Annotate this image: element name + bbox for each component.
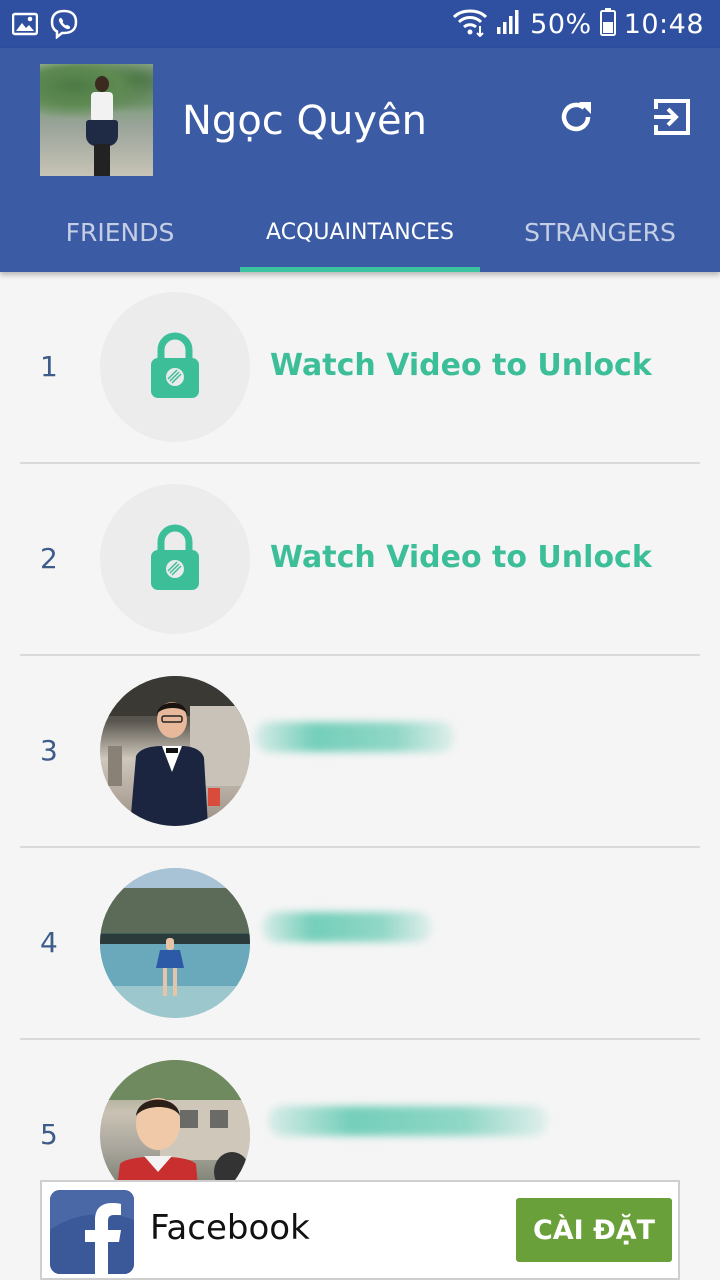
image-icon [11,11,39,42]
tab-acquaintances[interactable]: ACQUAINTANCES [240,192,480,272]
lock-icon [149,522,201,597]
avatar[interactable] [100,1060,250,1180]
acquaintance-list[interactable]: 1 Watch Video to Unlock 2 Watch Video to… [0,272,720,1180]
battery-icon [599,7,616,41]
lock-icon [149,330,201,405]
battery-percent: 50% [530,8,592,40]
logout-button[interactable] [647,94,697,144]
tab-label: STRANGERS [524,217,676,247]
rank-number: 1 [40,350,58,383]
refresh-button[interactable] [551,94,601,144]
rank-number: 5 [40,1118,58,1151]
blurred-name [255,722,455,752]
watch-video-unlock-link[interactable]: Watch Video to Unlock [270,348,652,383]
profile-photo[interactable] [40,64,153,176]
clock: 10:48 [623,8,704,40]
tab-label: ACQUAINTANCES [266,219,454,245]
tab-strangers[interactable]: STRANGERS [480,192,720,272]
app-bar: Ngọc Quyên FRIENDS ACQUAINTANCES STRANGE… [0,48,720,272]
rank-number: 3 [40,734,58,767]
status-bar-right: 50% 10:48 [452,6,704,42]
watch-video-unlock-link[interactable]: Watch Video to Unlock [270,540,652,575]
ad-title: Facebook [150,1208,310,1248]
profile-name: Ngọc Quyên [182,98,427,144]
rank-number: 2 [40,542,58,575]
blurred-name [268,1106,548,1136]
facebook-icon[interactable] [50,1190,134,1274]
ad-banner[interactable]: Facebook CÀI ĐẶT [40,1180,680,1280]
tab-friends[interactable]: FRIENDS [0,192,240,272]
wifi-icon [452,7,488,42]
status-bar-left [11,9,78,44]
avatar[interactable] [100,676,250,826]
viber-icon [50,9,78,44]
blurred-name [262,912,432,942]
status-bar: 50% 10:48 [0,0,720,48]
install-button[interactable]: CÀI ĐẶT [516,1198,672,1262]
tab-bar: FRIENDS ACQUAINTANCES STRANGERS [0,192,720,272]
list-item[interactable]: 3 [0,656,720,848]
logout-icon [652,97,692,142]
list-item[interactable]: 2 Watch Video to Unlock [0,464,720,656]
signal-icon [496,9,522,40]
tab-label: FRIENDS [65,217,175,247]
locked-avatar[interactable] [100,484,250,634]
list-item[interactable]: 4 [0,848,720,1040]
refresh-icon [557,98,595,141]
locked-avatar[interactable] [100,292,250,442]
avatar[interactable] [100,868,250,1018]
list-item[interactable]: 5 [0,1040,720,1180]
list-item[interactable]: 1 Watch Video to Unlock [0,272,720,464]
rank-number: 4 [40,926,58,959]
